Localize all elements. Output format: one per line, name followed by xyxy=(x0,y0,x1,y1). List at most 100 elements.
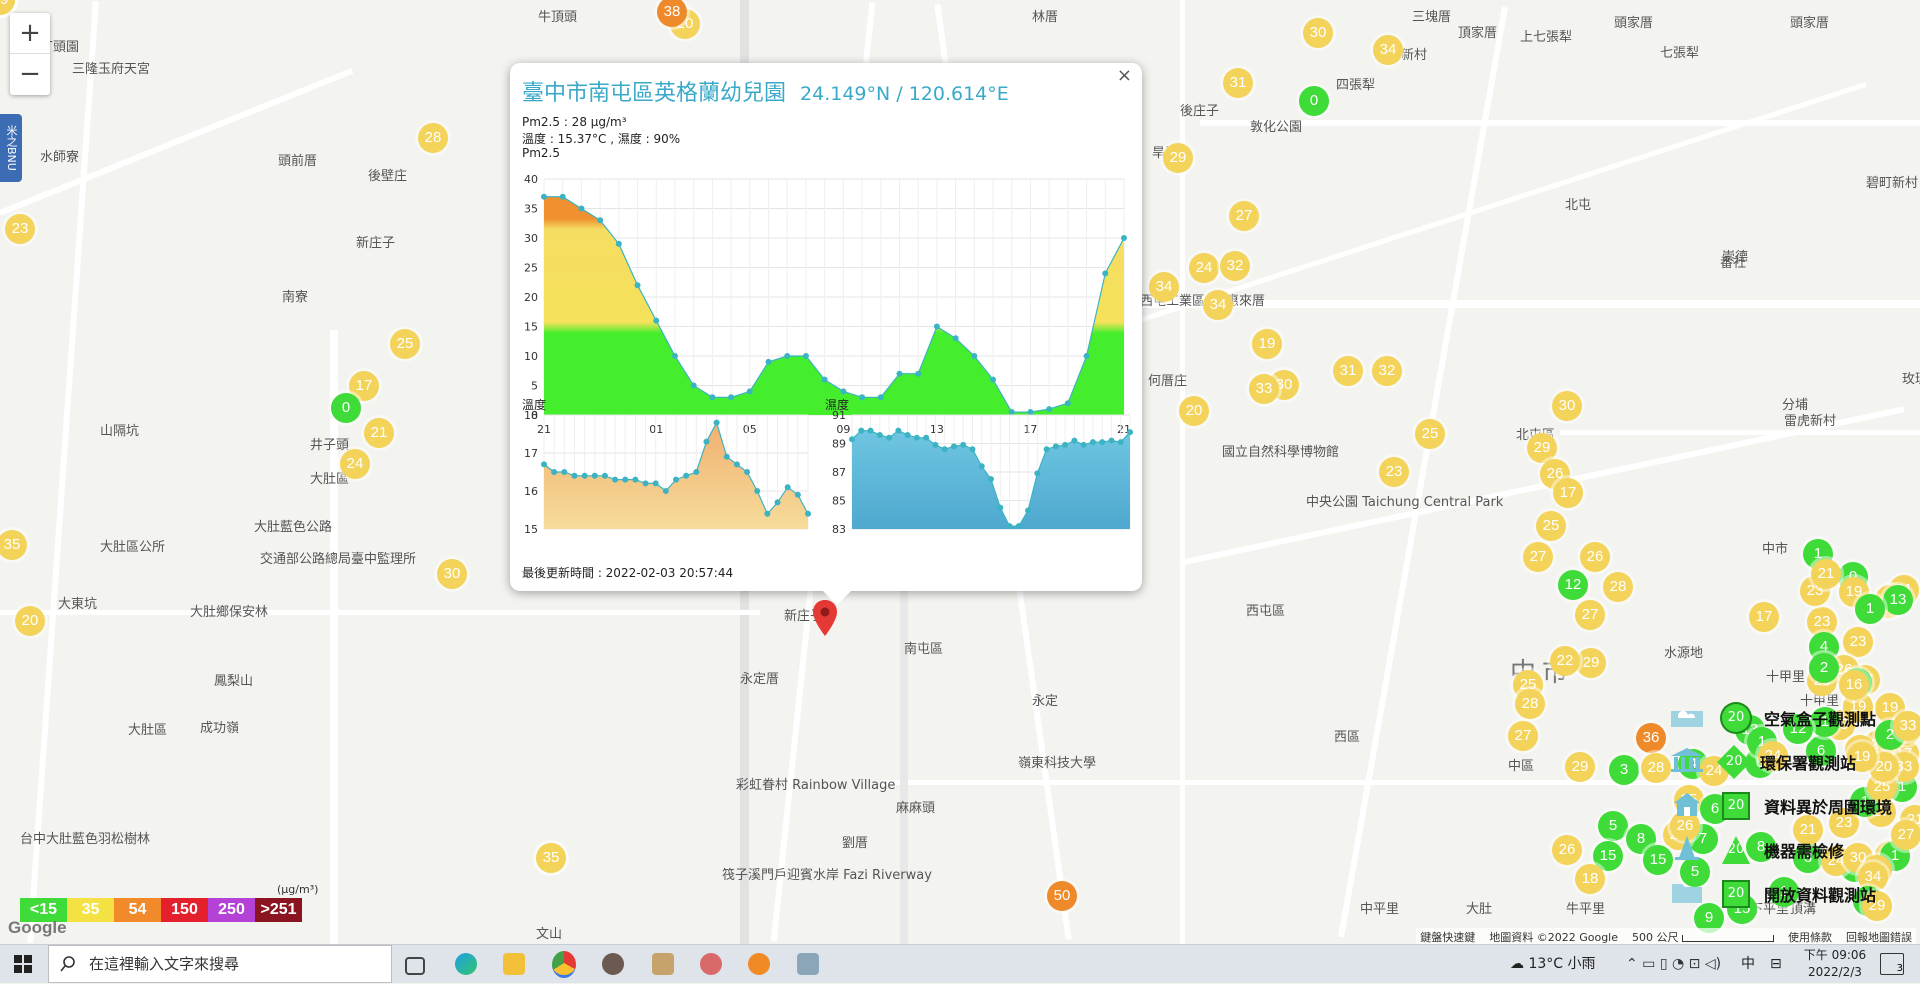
file-explorer-icon[interactable] xyxy=(503,953,525,975)
pm25-station-marker[interactable]: 28 xyxy=(418,123,448,153)
windows-start-icon[interactable] xyxy=(14,955,32,973)
pm25-station-marker[interactable]: 35 xyxy=(536,843,566,873)
google-logo: Google xyxy=(8,918,67,937)
zoom-in-button[interactable]: + xyxy=(10,13,50,54)
pm25-station-marker[interactable]: 20 xyxy=(15,606,45,636)
pm25-station-marker[interactable]: 5 xyxy=(1598,811,1628,841)
pm25-station-marker[interactable]: 23 xyxy=(1379,457,1409,487)
pm25-station-marker[interactable]: 33 xyxy=(1249,374,1279,404)
pm25-station-marker[interactable]: 26 xyxy=(1552,835,1582,865)
legend-marker-square: 20 xyxy=(1722,880,1750,908)
data-point xyxy=(896,370,903,377)
pm25-station-marker[interactable]: 31 xyxy=(1333,356,1363,386)
station-info-popup: × 臺中市南屯區英格蘭幼兒園 24.149°N / 120.614°E Pm2.5… xyxy=(510,63,1142,605)
pm25-station-marker[interactable]: 17 xyxy=(1749,602,1779,632)
map-place-label: 三塊厝 xyxy=(1412,10,1452,25)
popup-close-button[interactable]: × xyxy=(1117,65,1132,86)
pm25-station-marker[interactable]: 27 xyxy=(1575,600,1605,630)
map-place-label: 中央公園 Taichung Central Park xyxy=(1306,495,1504,510)
pm25-station-marker[interactable]: 26 xyxy=(1580,542,1610,572)
keyboard-shortcuts-link[interactable]: 鍵盤快速鍵 xyxy=(1420,929,1475,944)
app-compass-icon[interactable] xyxy=(602,953,624,975)
blender-icon[interactable] xyxy=(748,953,770,975)
edge-browser-icon[interactable] xyxy=(455,953,477,975)
pm25-station-marker[interactable]: 21 xyxy=(364,418,394,448)
pm25-station-marker[interactable]: 35 xyxy=(0,530,27,560)
pm25-station-marker[interactable]: 25 xyxy=(390,329,420,359)
system-tray-icons[interactable]: ⌃ ▭ ▯ ◔ ⊡ ◁) xyxy=(1626,945,1721,983)
ime-mode-icon[interactable]: ⊟ xyxy=(1770,945,1782,983)
pm25-station-marker[interactable]: 27 xyxy=(1891,820,1920,850)
pm25-station-marker[interactable]: 34 xyxy=(1203,290,1233,320)
pm25-station-marker[interactable]: 18 xyxy=(1575,864,1605,894)
zoom-out-button[interactable]: − xyxy=(10,54,50,94)
station-legend-label: 開放資料觀測站 xyxy=(1764,886,1877,905)
pm25-station-marker[interactable]: 13 xyxy=(1883,585,1913,615)
pm25-station-marker[interactable]: 1 xyxy=(1855,594,1885,624)
task-view-icon[interactable] xyxy=(405,957,425,975)
pm25-station-marker[interactable]: 30 xyxy=(1303,18,1333,48)
pm25-station-marker[interactable]: 3 xyxy=(1609,755,1639,785)
pm25-station-marker[interactable]: 25 xyxy=(1415,419,1445,449)
taskbar-search-input[interactable]: 在這裡輸入文字來搜尋 xyxy=(48,945,392,983)
weather-widget[interactable]: ☁ 13°C 小雨 xyxy=(1510,945,1596,983)
pm25-station-marker[interactable]: 30 xyxy=(1552,391,1582,421)
pm25-station-marker[interactable]: 22 xyxy=(1550,646,1580,676)
pm25-station-marker[interactable]: 50 xyxy=(1047,881,1077,911)
terms-link[interactable]: 使用條款 xyxy=(1788,929,1832,944)
pm25-station-marker[interactable]: 27 xyxy=(1229,201,1259,231)
map-place-label: 嶺東科技大學 xyxy=(1018,756,1097,771)
data-point xyxy=(990,376,997,383)
pm25-station-marker[interactable]: 20 xyxy=(1179,396,1209,426)
pm25-chart-label: Pm2.5 xyxy=(522,146,561,160)
pm25-station-marker[interactable]: 0 xyxy=(331,393,361,423)
app-box-icon[interactable] xyxy=(797,953,819,975)
pm25-station-marker[interactable]: 28 xyxy=(1603,572,1633,602)
pm25-station-marker[interactable]: 24 xyxy=(340,449,370,479)
pm25-station-marker[interactable]: 34 xyxy=(1373,35,1403,65)
data-point xyxy=(1102,270,1109,277)
pm25-station-marker[interactable]: 27 xyxy=(1523,542,1553,572)
pm25-station-marker[interactable]: 19 xyxy=(1252,329,1282,359)
pm25-station-marker[interactable]: 12 xyxy=(1558,570,1588,600)
map-place-label: 番社 xyxy=(1720,256,1747,271)
app-pencil-icon[interactable] xyxy=(652,953,674,975)
pm25-station-marker[interactable]: 17 xyxy=(1553,478,1583,508)
pm25-station-marker[interactable]: 36 xyxy=(1636,723,1666,753)
pm25-station-marker[interactable]: 21 xyxy=(1811,559,1841,589)
map-canvas[interactable]: 牛頂頭 三塊厝 林厝 頂家厝 頭家厝 丁頭園 三隆玉府天宮 水師寮 頭前厝 後壁庄 新庄子 南寮 山隔坑… xyxy=(0,0,1920,944)
pm25-station-marker[interactable]: 29 xyxy=(1576,648,1606,678)
pm25-station-marker[interactable]: 24 xyxy=(1189,253,1219,283)
pm25-station-marker[interactable]: 33 xyxy=(1893,711,1920,741)
notification-center-icon[interactable]: 3 xyxy=(1880,953,1904,975)
pm25-station-marker[interactable]: 30 xyxy=(437,559,467,589)
pm25-station-marker[interactable]: 2 xyxy=(1809,653,1839,683)
pm25-station-marker[interactable]: 0 xyxy=(1299,86,1329,116)
pm25-station-marker[interactable]: 28 xyxy=(1515,689,1545,719)
temp-humidity-reading: 溫度 : 15.37°C , 濕度 : 90% xyxy=(522,132,681,146)
pm25-station-marker[interactable]: 23 xyxy=(1843,627,1873,657)
chrome-browser-icon[interactable] xyxy=(552,951,576,978)
pm25-station-marker[interactable]: 15 xyxy=(1643,845,1673,875)
map-pin-icon[interactable] xyxy=(813,600,837,636)
snipping-tool-icon[interactable] xyxy=(700,953,722,975)
map-place-label: 文山 xyxy=(536,927,563,942)
pm25-station-marker[interactable]: 27 xyxy=(1508,721,1538,751)
pm25-station-marker[interactable]: 29 xyxy=(1565,752,1595,782)
pm25-station-marker[interactable]: 29 xyxy=(1163,143,1193,173)
map-place-label: 大東坑 xyxy=(58,597,98,612)
pm25-station-marker[interactable]: 32 xyxy=(1372,356,1402,386)
pm25-station-marker[interactable]: 31 xyxy=(1223,68,1253,98)
pm25-station-marker[interactable]: 23 xyxy=(5,214,35,244)
pm25-station-marker[interactable]: 28 xyxy=(1641,753,1671,783)
data-point xyxy=(877,394,884,401)
side-menu-tab[interactable]: 米之BNU xyxy=(0,114,22,182)
pm25-station-marker[interactable]: 34 xyxy=(1149,272,1179,302)
clock[interactable]: 下午 09:06 2022/2/3 xyxy=(1800,947,1870,981)
report-map-error-link[interactable]: 回報地圖錯誤 xyxy=(1846,929,1912,944)
data-point xyxy=(642,480,649,487)
pm25-station-marker[interactable]: 25 xyxy=(1536,511,1566,541)
pm25-station-marker[interactable]: 32 xyxy=(1220,251,1250,281)
ime-indicator[interactable]: 中 xyxy=(1741,945,1755,983)
data-point xyxy=(541,461,547,468)
